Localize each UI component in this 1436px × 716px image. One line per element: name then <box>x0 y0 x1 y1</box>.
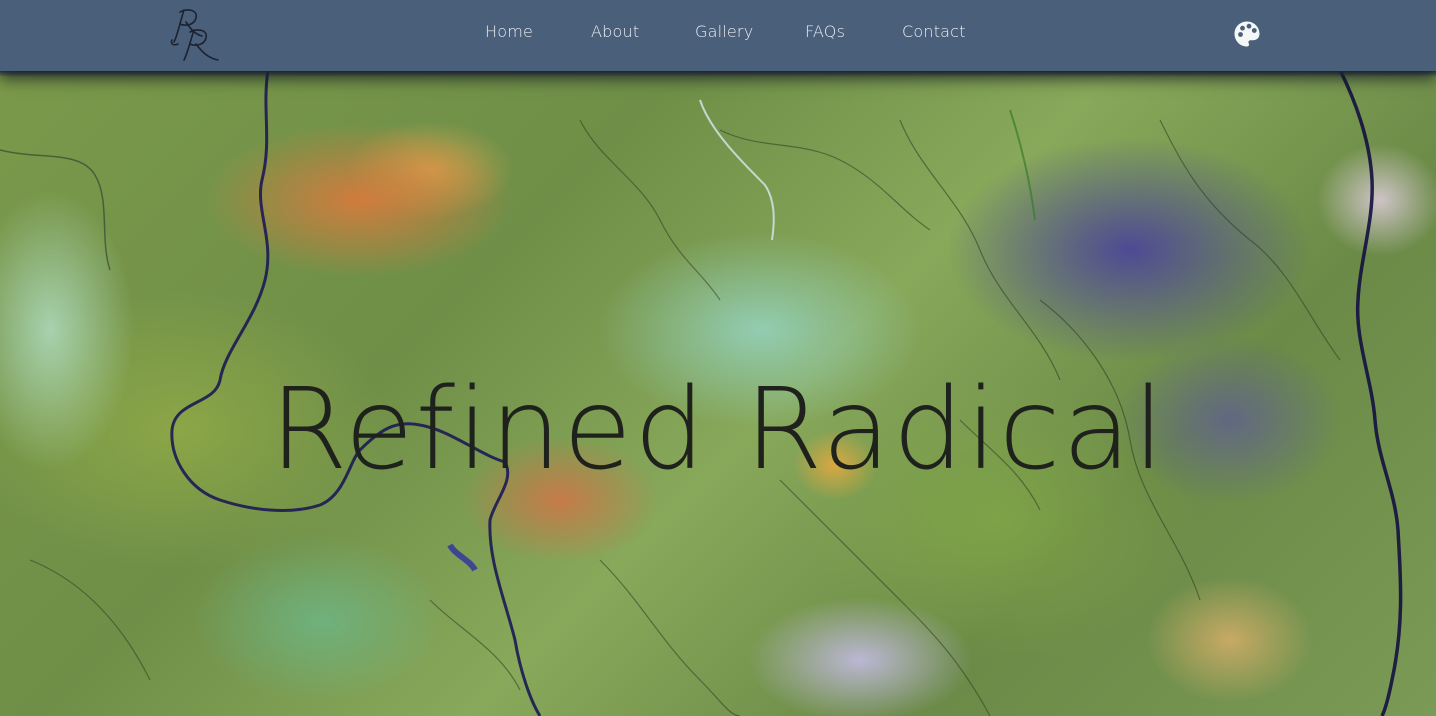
nav-link-faqs[interactable]: FAQs <box>805 22 845 41</box>
top-navbar: Home About Gallery FAQs Contact <box>0 0 1436 71</box>
page: Home About Gallery FAQs Contact Refined … <box>0 0 1436 716</box>
nav-link-contact[interactable]: Contact <box>902 22 966 41</box>
nav-link-about[interactable]: About <box>591 22 639 41</box>
hero-background-image <box>0 0 1436 716</box>
nav-link-home[interactable]: Home <box>485 22 533 41</box>
palette-icon[interactable] <box>1233 20 1261 48</box>
hero-title: Refined Radical <box>269 365 1167 496</box>
navbar-shadow <box>0 71 1436 77</box>
terrain-texture <box>0 69 1403 716</box>
nav-link-gallery[interactable]: Gallery <box>695 22 753 41</box>
main-navigation: Home About Gallery FAQs Contact <box>0 0 1436 71</box>
